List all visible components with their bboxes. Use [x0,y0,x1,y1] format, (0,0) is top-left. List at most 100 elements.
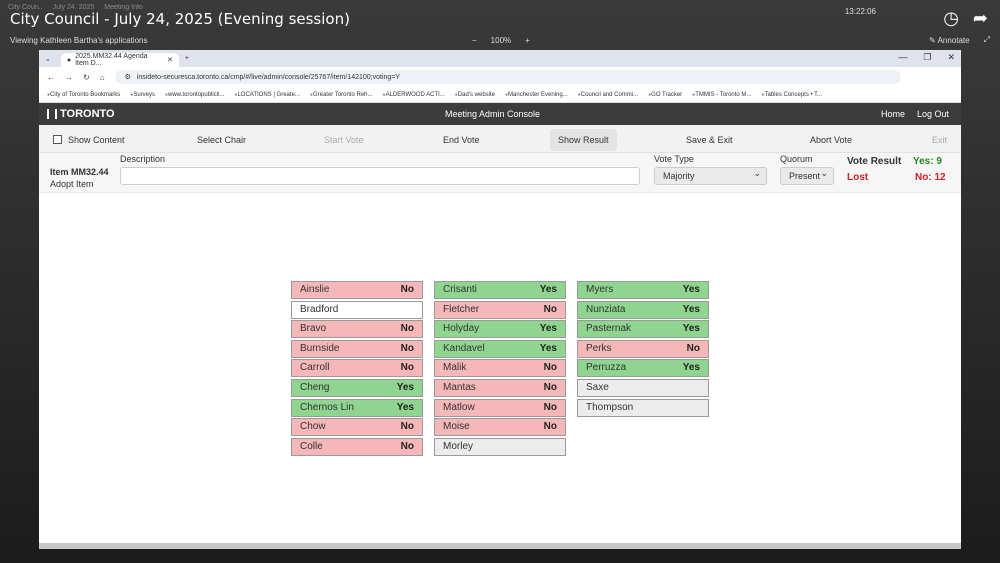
bookmark-item[interactable]: Council and Commi... [578,92,638,98]
vote-value: No [400,323,414,335]
minimize-icon[interactable]: — [898,52,907,63]
logout-link[interactable]: Log Out [917,109,949,119]
councillor-name: Burnside [300,342,340,354]
vote-value: Yes [539,342,557,354]
app-title: Meeting Admin Console [445,109,541,119]
councillor-name: Fletcher [443,303,480,315]
councillor-name: Nunziata [586,303,626,315]
zoom-control: − 100% + [472,36,530,45]
fullscreen-icon[interactable]: ⤢ [984,35,990,45]
share-button[interactable]: ➦ [973,8,988,28]
councillor-name: Perruzza [586,362,627,374]
vote-value: No [543,401,557,413]
councillor-name: Matlow [443,401,475,413]
annotate-label: Annotate [937,35,970,45]
councillor-name: Mantas [443,382,476,393]
vote-value: Yes [682,284,700,295]
home-link[interactable]: Home [881,109,905,119]
bookmark-item[interactable]: City of Toronto Bookmarks [47,92,120,98]
browser-tab[interactable]: ● 2025.MM32.44 Agenda Item D... ✕ [60,53,179,67]
vote-cell: Malik No [434,359,566,378]
zoom-in-button[interactable]: + [525,36,530,45]
vote-cell: Nunziata Yes [577,300,709,319]
description-label: Description [120,154,166,164]
councillor-name: Bravo [300,323,327,335]
watch-later-button[interactable]: ◷ [943,8,959,28]
councillor-name: Carroll [300,362,330,374]
start-vote-button[interactable]: Start Vote [324,131,364,149]
councillor-name: Chow [300,421,326,433]
bookmark-item[interactable]: GO Tracker [648,92,682,98]
vote-cell: Chow No [291,418,423,437]
vote-cell: Colle No [291,437,423,456]
tab-close-icon[interactable]: ✕ [167,56,173,64]
councillor-name: Kandavel [443,342,485,354]
select-chair-button[interactable]: Select Chair [197,131,246,149]
bookmark-item[interactable]: LOCATIONS | Greate... [234,92,299,98]
councillor-name: Pasternak [586,323,632,335]
vote-value: No [543,421,557,433]
vote-cell: Myers Yes [577,281,709,299]
bookmark-item[interactable]: TMMIS - Toronto M... [692,92,751,98]
vote-value: Yes [682,303,700,315]
show-content-toggle[interactable]: Show Content [53,131,125,149]
logo-text: TORONTO [60,108,115,120]
bookmark-item[interactable]: Tables Concepts • T... [761,92,822,98]
zoom-out-button[interactable]: − [472,36,477,45]
bookmark-item[interactable]: Surveys [130,92,155,98]
tab-title: 2025.MM32.44 Agenda Item D... [75,53,148,67]
annotate-button[interactable]: ✎ Annotate [929,36,970,45]
quorum-select[interactable]: Present [780,165,834,185]
url-field[interactable]: ⚙ insideto-securesca.toronto.ca/cmp/#/li… [114,70,901,84]
share-icon: ➦ [972,8,988,28]
show-result-button[interactable]: Show Result [550,129,617,151]
bookmark-item[interactable]: ALDERWOOD ACTI... [383,92,445,98]
restore-icon[interactable]: ❐ [923,52,931,63]
vote-cell: Ainslie No [291,281,423,299]
video-title: City Council - July 24, 2025 (Evening se… [10,10,350,28]
vote-cell: Moise No [434,418,566,437]
councillor-name: Ainslie [300,284,330,295]
vote-value: No [400,421,414,433]
vote-cell: Burnside No [291,339,423,358]
reload-icon[interactable]: ↻ [83,73,90,82]
item-action: Adopt Item [50,179,94,189]
show-content-label: Show Content [68,135,125,145]
tab-list-chevron-icon[interactable]: ⌄ [45,55,51,63]
vote-cell: Saxe [577,379,709,397]
councillor-name: Malik [443,362,467,374]
toronto-logo[interactable]: TORONTO [47,108,115,120]
abort-vote-button[interactable]: Abort Vote [810,131,852,149]
bookmark-item[interactable]: www.torontopublicli... [165,92,224,98]
bookmark-item[interactable]: Manchester Evening... [505,92,568,98]
site-info-icon[interactable]: ⚙ [125,73,131,81]
description-field[interactable] [120,167,640,185]
councillor-name: Morley [443,440,474,452]
no-count: No: 12 [915,172,946,183]
save-exit-button[interactable]: Save & Exit [686,131,733,149]
bookmarks-bar: City of Toronto Bookmarks Surveys www.to… [39,87,961,103]
home-icon[interactable]: ⌂ [100,73,105,82]
show-content-checkbox[interactable] [53,135,62,144]
back-icon[interactable]: ← [47,73,55,82]
councillor-name: Holyday [443,323,480,335]
end-vote-button[interactable]: End Vote [443,131,480,149]
vote-type-select[interactable]: Majority [654,165,767,185]
close-window-icon[interactable]: ✕ [947,52,955,63]
quorum-label: Quorum [780,154,813,164]
vote-value: No [400,342,414,354]
forward-icon[interactable]: → [65,73,73,82]
vote-value: Yes [682,362,700,374]
new-tab-button[interactable]: + [185,55,189,62]
vote-type-label: Vote Type [654,154,694,164]
bookmark-item[interactable]: Greater Toronto Reh... [310,92,373,98]
zoom-level: 100% [490,35,512,45]
vote-value: Yes [396,401,414,413]
vote-cell: Bravo No [291,320,423,339]
bookmark-item[interactable]: Dad's website [455,92,495,98]
vote-value: No [400,284,414,295]
councillor-name: Bradford [300,303,339,315]
exit-button[interactable]: Exit [932,131,947,149]
city-hall-icon [47,109,57,119]
councillor-name: Moise [443,421,470,433]
